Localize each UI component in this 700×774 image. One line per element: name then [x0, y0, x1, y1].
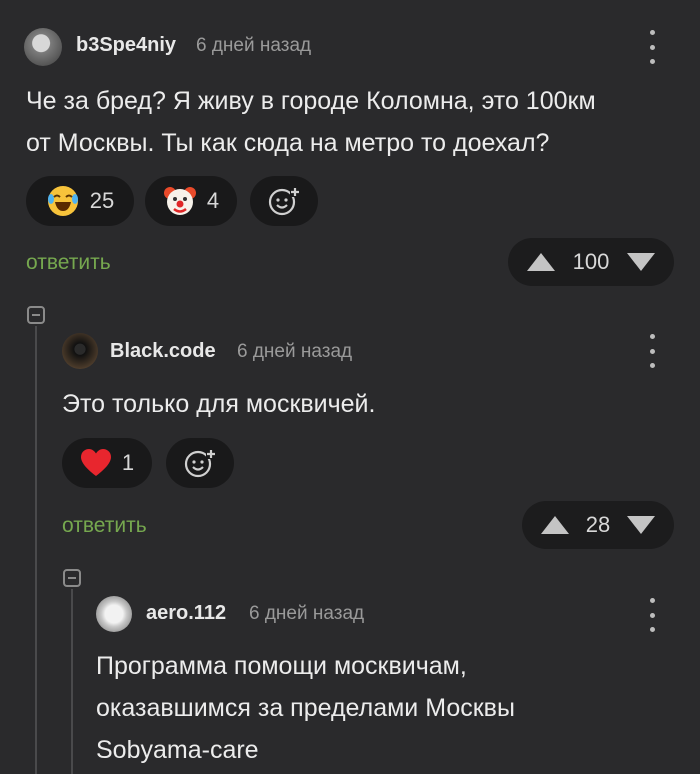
comment-text: Программа помощи москвичам, оказавшимся … [96, 645, 515, 771]
reaction-count: 4 [206, 188, 220, 213]
comment-text-line: оказавшимся за пределами Москвы [96, 694, 515, 722]
rating-widget: 100 [508, 238, 674, 286]
rating-value: 100 [572, 249, 610, 274]
comment-text-line: Программа помощи москвичам, [96, 652, 467, 680]
add-reaction-button[interactable] [250, 176, 318, 226]
rating-value: 28 [585, 512, 611, 537]
avatar[interactable] [24, 28, 62, 66]
comment-time: 6 дней назад [249, 603, 365, 624]
reaction-heart[interactable]: 1 [62, 438, 152, 488]
downvote-arrow-icon[interactable] [626, 252, 656, 272]
reply-button[interactable]: ответить [62, 514, 147, 538]
more-options-icon[interactable] [642, 30, 662, 64]
downvote-arrow-icon[interactable] [626, 515, 656, 535]
avatar[interactable] [62, 333, 98, 369]
avatar[interactable] [96, 596, 132, 632]
comment-text-line: Sobyama-care [96, 736, 259, 764]
comment-text: Че за бред? Я живу в городе Коломна, это… [26, 80, 596, 164]
laughing-emoji-icon [47, 186, 78, 216]
comment-username[interactable]: aero.112 [146, 602, 226, 625]
reaction-laughing[interactable]: 25 [26, 176, 134, 226]
upvote-arrow-icon[interactable] [540, 515, 570, 535]
add-reaction-icon [268, 187, 300, 216]
comment-text-line: от Москвы. Ты как сюда на метро то доеха… [26, 129, 550, 157]
more-options-icon[interactable] [642, 598, 662, 632]
reaction-clown[interactable]: 4 [145, 176, 237, 226]
thread-line[interactable] [35, 326, 37, 774]
comment-username[interactable]: b3Spe4niy [76, 34, 176, 57]
reaction-count: 1 [121, 450, 135, 475]
collapse-thread-button[interactable] [63, 569, 81, 587]
reaction-count: 25 [89, 188, 115, 213]
rating-widget: 28 [522, 501, 674, 549]
comment-text-line: Че за бред? Я живу в городе Коломна, это… [26, 87, 596, 115]
clown-emoji-icon [163, 187, 196, 215]
comment-username[interactable]: Black.code [110, 340, 216, 363]
comment-time: 6 дней назад [237, 341, 353, 362]
collapse-thread-button[interactable] [27, 306, 45, 324]
heart-icon [80, 449, 111, 476]
comment-text: Это только для москвичей. [62, 383, 375, 425]
add-reaction-icon [184, 449, 216, 478]
upvote-arrow-icon[interactable] [526, 252, 556, 272]
comment-text-line: Это только для москвичей. [62, 390, 376, 418]
add-reaction-button[interactable] [166, 438, 234, 488]
reply-button[interactable]: ответить [26, 251, 111, 275]
comment-time: 6 дней назад [196, 35, 312, 56]
more-options-icon[interactable] [642, 334, 662, 368]
thread-line[interactable] [71, 589, 73, 774]
